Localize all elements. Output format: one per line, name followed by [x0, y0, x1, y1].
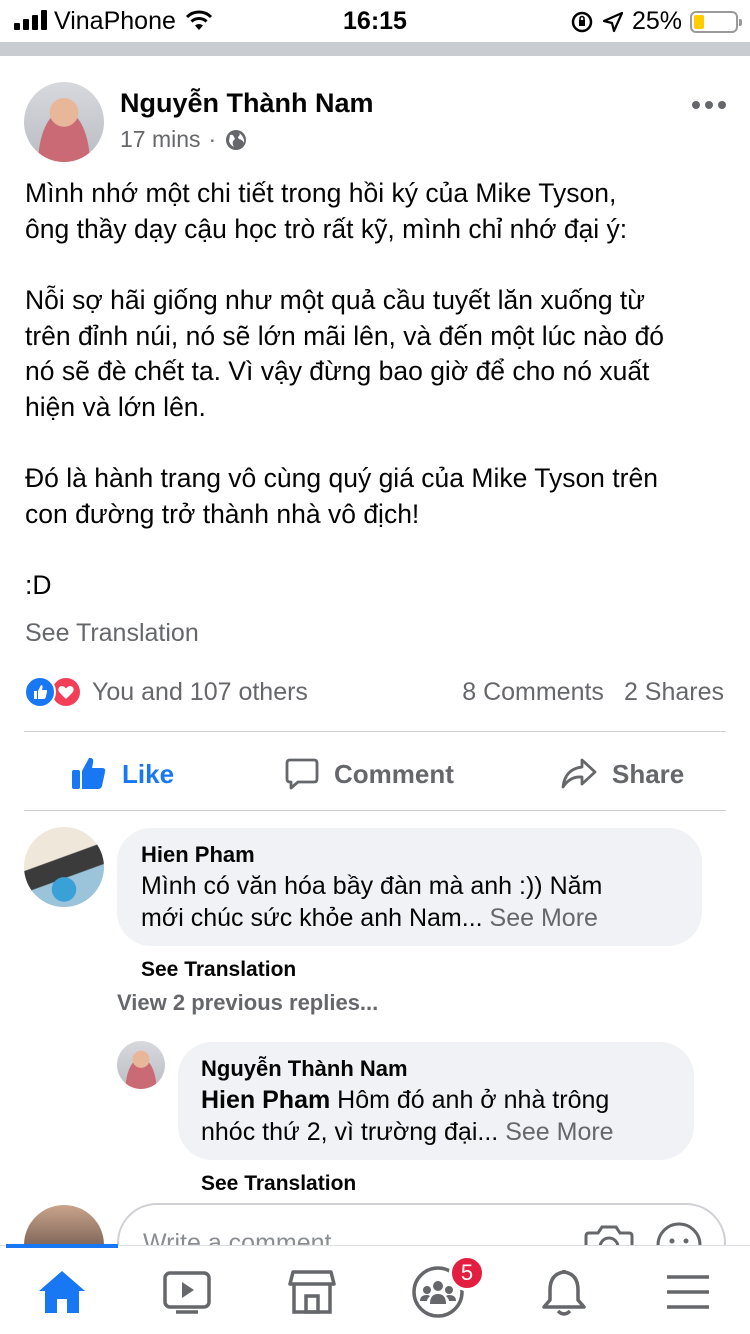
- location-arrow-icon: [602, 11, 624, 32]
- comment-icon: [285, 758, 319, 790]
- reply-see-translation[interactable]: See Translation: [201, 1172, 356, 1196]
- engagement-counts: 8 Comments 2 Shares: [462, 678, 724, 707]
- share-label: Share: [612, 758, 685, 789]
- divider: [24, 731, 726, 732]
- author-name[interactable]: Nguyễn Thành Nam: [120, 88, 374, 119]
- share-arrow-icon: [561, 758, 597, 789]
- status-bar: VinaPhone 16:15 25%: [0, 0, 750, 40]
- reply-bubble[interactable]: Nguyễn Thành Nam Hien Pham Hôm đó anh ở …: [178, 1042, 694, 1160]
- bottom-tab-bar: [0, 1245, 750, 1334]
- post-line: nó sẽ đè chết ta. Vì vậy đừng bao giờ để…: [25, 356, 650, 386]
- meta-separator: ·: [208, 126, 217, 152]
- see-more-link[interactable]: See More: [505, 1118, 613, 1146]
- post-meta: 17 mins ·: [120, 126, 248, 153]
- comment-text-line: Mình có văn hóa bầy đàn mà anh :)) Năm: [141, 872, 603, 900]
- post-line: ông thầy dạy cậu học trò rất kỹ, mình ch…: [25, 213, 628, 244]
- see-translation-link[interactable]: See Translation: [25, 619, 199, 648]
- commenter-avatar[interactable]: [24, 827, 104, 907]
- post-line: Nỗi sợ hãi giống như một quả cầu tuyết l…: [25, 285, 646, 315]
- thumbs-up-icon: [72, 757, 106, 789]
- like-label: Like: [122, 758, 175, 789]
- post-line: trên đỉnh núi, nó sẽ lớn mãi lên, và đến…: [25, 320, 665, 351]
- comment-label: Comment: [334, 758, 454, 789]
- orientation-lock-icon: [571, 11, 593, 32]
- post-time[interactable]: 17 mins: [120, 126, 201, 153]
- comment-bubble[interactable]: Hien Pham Mình có văn hóa bầy đàn mà anh…: [117, 828, 702, 946]
- globe-icon: [226, 129, 247, 150]
- post-line: hiện và lớn lên.: [25, 391, 206, 422]
- menu-icon: [667, 1275, 709, 1309]
- reply-author-name[interactable]: Nguyễn Thành Nam: [201, 1056, 408, 1082]
- post-line: :D: [25, 570, 52, 600]
- comments-count[interactable]: 8 Comments: [462, 678, 604, 707]
- comment-text: mới chúc sức khỏe anh Nam...: [141, 904, 483, 932]
- tab-marketplace[interactable]: [282, 1262, 342, 1322]
- comment-button[interactable]: Comment: [284, 752, 454, 796]
- shares-count[interactable]: 2 Shares: [624, 678, 724, 707]
- more-options-icon[interactable]: [692, 98, 726, 112]
- tab-notifications[interactable]: [534, 1262, 594, 1322]
- like-reaction-icon: [24, 676, 56, 708]
- battery-percent: 25%: [631, 7, 682, 35]
- tab-menu[interactable]: [658, 1262, 718, 1322]
- reactions-text: You and 107 others: [92, 677, 308, 706]
- reply-text: Hôm đó anh ở nhà trông: [337, 1086, 610, 1114]
- active-tab-indicator: [6, 1244, 118, 1248]
- post-line: con đường trở thành nhà vô địch!: [25, 498, 420, 529]
- mention[interactable]: Hien Pham: [201, 1086, 330, 1114]
- reply-text-line: nhóc thứ 2, vì trường đại... See More: [201, 1116, 614, 1148]
- share-button[interactable]: Share: [560, 752, 684, 796]
- tab-watch[interactable]: [157, 1262, 217, 1322]
- battery-icon: [690, 10, 742, 33]
- post-line: Mình nhớ một chi tiết trong hồi ký của M…: [25, 178, 617, 208]
- watch-icon: [163, 1271, 211, 1314]
- home-icon: [39, 1271, 85, 1313]
- reply-text-line: Hien Pham Hôm đó anh ở nhà trông: [201, 1084, 609, 1116]
- post-text: Mình nhớ một chi tiết trong hồi ký của M…: [25, 176, 730, 604]
- reply-avatar[interactable]: [117, 1041, 165, 1089]
- view-previous-replies[interactable]: View 2 previous replies...: [117, 990, 378, 1016]
- like-button[interactable]: Like: [70, 752, 174, 796]
- marketplace-icon: [288, 1270, 336, 1314]
- post-line: Đó là hành trang vô cùng quý giá của Mik…: [25, 463, 658, 493]
- groups-notification-badge: 5: [449, 1255, 485, 1291]
- reply-text: nhóc thứ 2, vì trường đại...: [201, 1118, 499, 1146]
- reactions-summary[interactable]: You and 107 others: [24, 676, 308, 708]
- see-more-link[interactable]: See More: [490, 904, 598, 932]
- bell-icon: [542, 1269, 586, 1316]
- comment-text-line: mới chúc sức khỏe anh Nam... See More: [141, 902, 598, 934]
- divider: [24, 810, 726, 811]
- commenter-name[interactable]: Hien Pham: [141, 842, 255, 868]
- author-avatar[interactable]: [24, 82, 104, 162]
- tab-home[interactable]: [32, 1262, 92, 1322]
- comment-see-translation[interactable]: See Translation: [141, 958, 296, 982]
- section-divider: [0, 42, 750, 56]
